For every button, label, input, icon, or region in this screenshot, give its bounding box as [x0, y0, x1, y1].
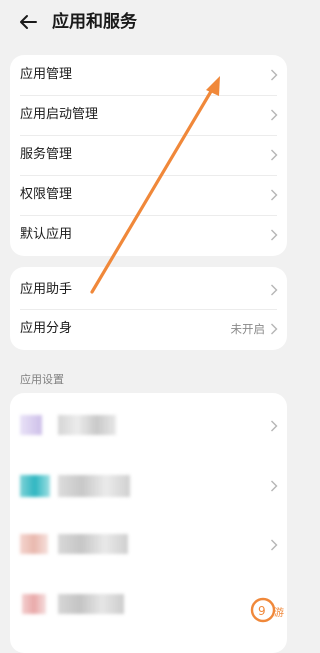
back-button[interactable] — [14, 8, 42, 36]
app-assistant-card: 应用助手 应用分身 未开启 — [10, 267, 287, 350]
app-name — [58, 475, 130, 497]
app-icon — [20, 415, 42, 435]
app-icon — [20, 475, 50, 497]
row-app-launch-management[interactable]: 应用启动管理 — [10, 95, 287, 135]
row-permission-management[interactable]: 权限管理 — [10, 175, 287, 215]
row-label: 应用分身 — [20, 321, 73, 336]
chevron-right-icon — [271, 323, 278, 335]
app-icon — [20, 534, 48, 554]
app-name — [58, 594, 124, 614]
row-app-twin[interactable]: 应用分身 未开启 — [10, 309, 287, 349]
row-label: 服务管理 — [20, 147, 73, 162]
app-list-item[interactable] — [10, 515, 287, 573]
row-label: 默认应用 — [20, 227, 73, 242]
arrow-left-icon — [20, 15, 37, 29]
chevron-right-icon — [271, 229, 278, 241]
row-label: 应用管理 — [20, 67, 73, 82]
row-label: 应用助手 — [20, 282, 73, 297]
app-name — [58, 415, 116, 435]
chevron-right-icon — [271, 539, 278, 551]
chevron-right-icon — [271, 149, 278, 161]
app-list-item[interactable] — [10, 574, 287, 632]
chevron-right-icon — [271, 109, 278, 121]
watermark-logo: 9 游 — [250, 597, 284, 623]
app-management-card: 应用管理 应用启动管理 服务管理 权限管理 默认应用 — [10, 55, 287, 256]
page-title: 应用和服务 — [52, 12, 137, 32]
row-app-management[interactable]: 应用管理 — [10, 55, 287, 95]
chevron-right-icon — [271, 420, 278, 432]
section-label: 应用设置 — [20, 373, 64, 386]
row-default-apps[interactable]: 默认应用 — [10, 215, 287, 255]
app-list-card — [10, 393, 287, 653]
svg-text:9: 9 — [258, 604, 266, 618]
row-label: 应用启动管理 — [20, 107, 99, 122]
header-bar: 应用和服务 — [0, 0, 297, 46]
row-service-management[interactable]: 服务管理 — [10, 135, 287, 175]
app-list-item[interactable] — [10, 397, 287, 455]
chevron-right-icon — [271, 284, 278, 296]
chevron-right-icon — [271, 189, 278, 201]
app-icon — [22, 594, 46, 614]
row-app-assistant[interactable]: 应用助手 — [10, 270, 287, 310]
chevron-right-icon — [271, 480, 278, 492]
app-name — [58, 534, 128, 554]
app-list-item[interactable] — [10, 456, 287, 514]
svg-text:游: 游 — [274, 606, 284, 619]
row-label: 权限管理 — [20, 187, 73, 202]
status-value: 未开启 — [230, 322, 266, 336]
chevron-right-icon — [271, 69, 278, 81]
